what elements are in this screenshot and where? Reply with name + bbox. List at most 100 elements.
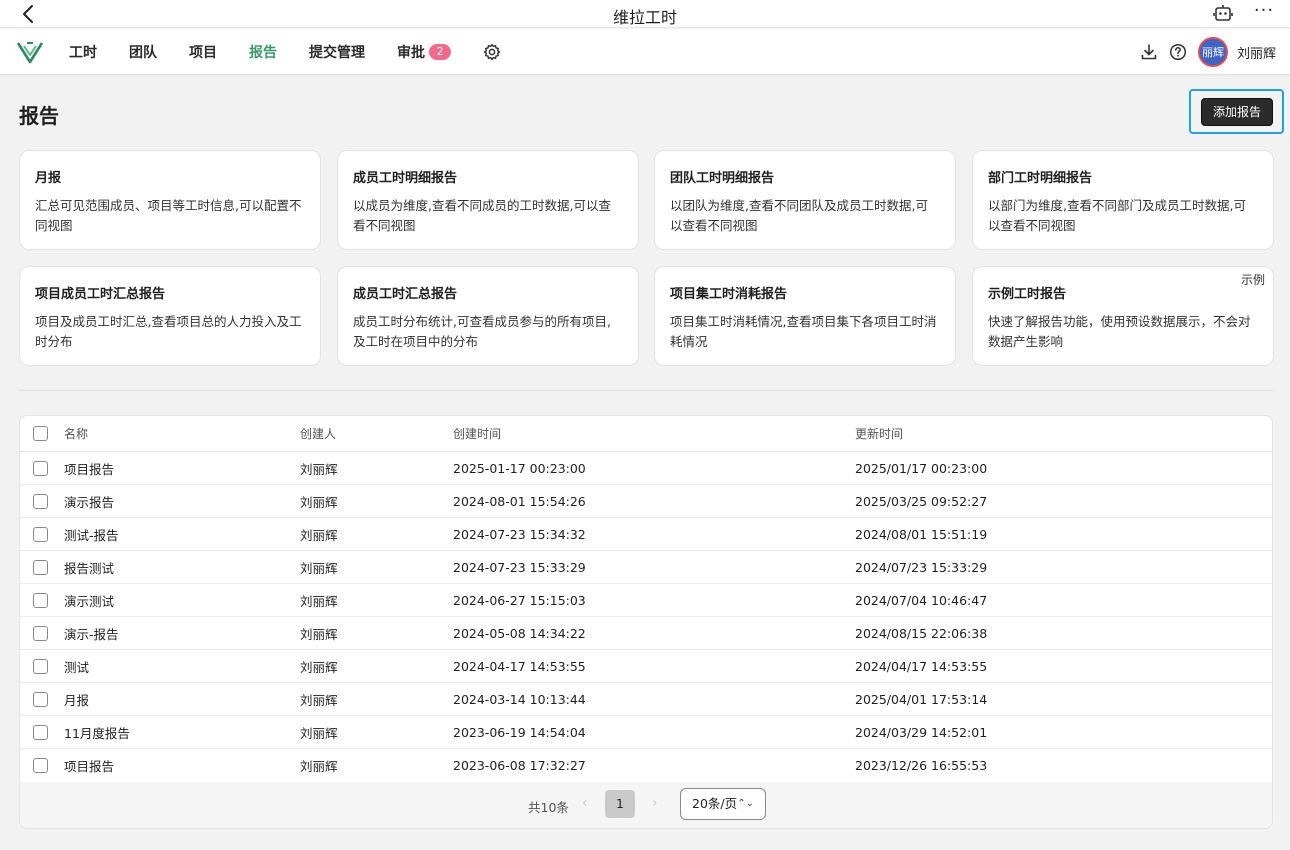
nav-tab-label: 工时 (69, 45, 97, 61)
row-name[interactable]: 测试 (64, 650, 89, 682)
table-row[interactable]: 测试-报告 刘丽辉 2024-07-23 15:34:32 2024/08/01… (20, 518, 1272, 551)
username[interactable]: 刘丽辉 (1237, 43, 1276, 62)
row-name[interactable]: 演示报告 (64, 485, 114, 517)
row-creator: 刘丽辉 (300, 461, 338, 477)
page-title: 报告 (19, 104, 59, 128)
row-created: 2025-01-17 00:23:00 (453, 460, 586, 476)
column-header-updated[interactable]: 更新时间 (855, 416, 903, 451)
robot-icon[interactable] (1212, 3, 1234, 25)
card-description: 成员工时分布统计,可查看成员参与的所有项目,及工时在项目中的分布 (353, 314, 611, 349)
column-header-name[interactable]: 名称 (64, 416, 88, 451)
row-name[interactable]: 演示测试 (64, 584, 114, 616)
select-all-checkbox[interactable] (33, 426, 48, 441)
row-updated: 2024/08/15 22:06:38 (855, 625, 988, 641)
table-row[interactable]: 月报 刘丽辉 2024-03-14 10:13:44 2025/04/01 17… (20, 683, 1272, 716)
report-card-team-detail[interactable]: 团队工时明细报告 以团队为维度,查看不同团队及成员工时数据,可以查看不同视图 (654, 150, 956, 250)
card-description: 汇总可见范围成员、项目等工时信息,可以配置不同视图 (35, 198, 302, 233)
avatar[interactable]: 丽辉 (1197, 37, 1228, 67)
gear-icon[interactable] (483, 43, 501, 61)
row-checkbox[interactable] (33, 758, 48, 773)
column-header-created[interactable]: 创建时间 (453, 416, 501, 451)
row-name[interactable]: 测试-报告 (64, 518, 119, 550)
row-checkbox[interactable] (33, 626, 48, 641)
card-description: 项目集工时消耗情况,查看项目集下各项目工时消耗情况 (670, 314, 937, 349)
report-card-department-detail[interactable]: 部门工时明细报告 以部门为维度,查看不同部门及成员工时数据,可以查看不同视图 (972, 150, 1274, 250)
help-icon[interactable] (1169, 43, 1187, 61)
row-updated: 2025/04/01 17:53:14 (855, 691, 988, 707)
page-size-value: 20条/页 (692, 796, 738, 811)
table-row[interactable]: 演示-报告 刘丽辉 2024-05-08 14:34:22 2024/08/15… (20, 617, 1272, 650)
row-checkbox[interactable] (33, 659, 48, 674)
chevron-left-icon[interactable]: ‹ (582, 795, 588, 811)
nav-tabs: 工时 团队 项目 报告 提交管理 审批 2 (69, 29, 501, 75)
reports-table: 名称 创建人 创建时间 更新时间 项目报告 刘丽辉 2025-01-17 00:… (19, 415, 1273, 829)
row-checkbox[interactable] (33, 692, 48, 707)
row-created: 2024-04-17 14:53:55 (453, 658, 586, 674)
nav-tab-approval[interactable]: 审批 2 (397, 42, 451, 62)
row-created: 2024-08-01 15:54:26 (453, 493, 586, 509)
report-card-project-member-summary[interactable]: 项目成员工时汇总报告 项目及成员工时汇总,查看项目总的人力投入及工时分布 (19, 266, 321, 366)
title-bar: 维拉工时 ··· (0, 0, 1290, 28)
avatar-text: 丽辉 (1201, 46, 1224, 59)
add-report-highlight: 添加报告 (1189, 89, 1284, 134)
table-row[interactable]: 报告测试 刘丽辉 2024-07-23 15:33:29 2024/07/23 … (20, 551, 1272, 584)
row-checkbox[interactable] (33, 560, 48, 575)
row-creator: 刘丽辉 (300, 593, 338, 609)
card-description: 快速了解报告功能，使用预设数据展示，不会对数据产生影响 (988, 314, 1251, 349)
row-name[interactable]: 项目报告 (64, 452, 114, 484)
nav-tab-report[interactable]: 报告 (249, 42, 277, 62)
row-creator: 刘丽辉 (300, 725, 338, 741)
table-row[interactable]: 11月度报告 刘丽辉 2023-06-19 14:54:04 2024/03/2… (20, 716, 1272, 749)
table-row[interactable]: 演示测试 刘丽辉 2024-06-27 15:15:03 2024/07/04 … (20, 584, 1272, 617)
row-checkbox[interactable] (33, 593, 48, 608)
report-card-monthly[interactable]: 月报 汇总可见范围成员、项目等工时信息,可以配置不同视图 (19, 150, 321, 250)
row-updated: 2024/07/04 10:46:47 (855, 592, 988, 608)
row-created: 2023-06-19 14:54:04 (453, 724, 586, 740)
row-updated: 2025/03/25 09:52:27 (855, 493, 988, 509)
row-name[interactable]: 报告测试 (64, 551, 114, 583)
nav-tab-worktime[interactable]: 工时 (69, 42, 97, 62)
row-updated: 2023/12/26 16:55:53 (855, 758, 988, 773)
row-checkbox[interactable] (33, 494, 48, 509)
row-name[interactable]: 演示-报告 (64, 617, 119, 649)
table-row[interactable]: 项目报告 刘丽辉 2025-01-17 00:23:00 2025/01/17 … (20, 452, 1272, 485)
row-created: 2023-06-08 17:32:27 (453, 758, 586, 773)
section-divider (19, 390, 1273, 391)
report-card-member-detail[interactable]: 成员工时明细报告 以成员为维度,查看不同成员的工时数据,可以查看不同视图 (337, 150, 639, 250)
table-row[interactable]: 演示报告 刘丽辉 2024-08-01 15:54:26 2025/03/25 … (20, 485, 1272, 518)
row-checkbox[interactable] (33, 725, 48, 740)
page-number[interactable]: 1 (605, 790, 635, 818)
download-icon[interactable] (1140, 43, 1158, 61)
chevron-right-icon[interactable]: › (652, 795, 658, 811)
row-updated: 2024/03/29 14:52:01 (855, 724, 988, 740)
row-checkbox[interactable] (33, 461, 48, 476)
card-title: 项目集工时消耗报告 (670, 287, 788, 302)
table-row[interactable]: 项目报告 刘丽辉 2023-06-08 17:32:27 2023/12/26 … (20, 749, 1272, 782)
report-card-example[interactable]: 示例 示例工时报告 快速了解报告功能，使用预设数据展示，不会对数据产生影响 (972, 266, 1274, 366)
page-size-select[interactable]: 20条/页 ⌃⌄ (680, 788, 766, 820)
column-header-creator[interactable]: 创建人 (300, 416, 336, 451)
card-title: 项目成员工时汇总报告 (35, 287, 166, 302)
row-name[interactable]: 11月度报告 (64, 716, 130, 748)
logo-icon (16, 42, 44, 64)
row-created: 2024-07-23 15:33:29 (453, 559, 586, 575)
nav-tab-project[interactable]: 项目 (189, 42, 217, 62)
table-row[interactable]: 测试 刘丽辉 2024-04-17 14:53:55 2024/04/17 14… (20, 650, 1272, 683)
more-icon[interactable]: ··· (1252, 2, 1276, 25)
row-updated: 2024/04/17 14:53:55 (855, 658, 988, 674)
row-created: 2024-06-27 15:15:03 (453, 592, 586, 608)
nav-tab-team[interactable]: 团队 (129, 42, 157, 62)
report-card-program-consumption[interactable]: 项目集工时消耗报告 项目集工时消耗情况,查看项目集下各项目工时消耗情况 (654, 266, 956, 366)
card-title: 部门工时明细报告 (988, 171, 1093, 186)
add-report-button[interactable]: 添加报告 (1201, 98, 1273, 126)
row-name[interactable]: 项目报告 (64, 749, 114, 782)
nav-tab-label: 团队 (129, 45, 157, 61)
card-title: 成员工时汇总报告 (353, 287, 458, 302)
row-name[interactable]: 月报 (64, 683, 89, 715)
example-tag: 示例 (1240, 273, 1265, 287)
report-card-member-summary[interactable]: 成员工时汇总报告 成员工时分布统计,可查看成员参与的所有项目,及工时在项目中的分… (337, 266, 639, 366)
card-title: 成员工时明细报告 (353, 171, 458, 186)
row-updated: 2024/07/23 15:33:29 (855, 559, 988, 575)
row-checkbox[interactable] (33, 527, 48, 542)
nav-tab-submission[interactable]: 提交管理 (309, 42, 365, 62)
